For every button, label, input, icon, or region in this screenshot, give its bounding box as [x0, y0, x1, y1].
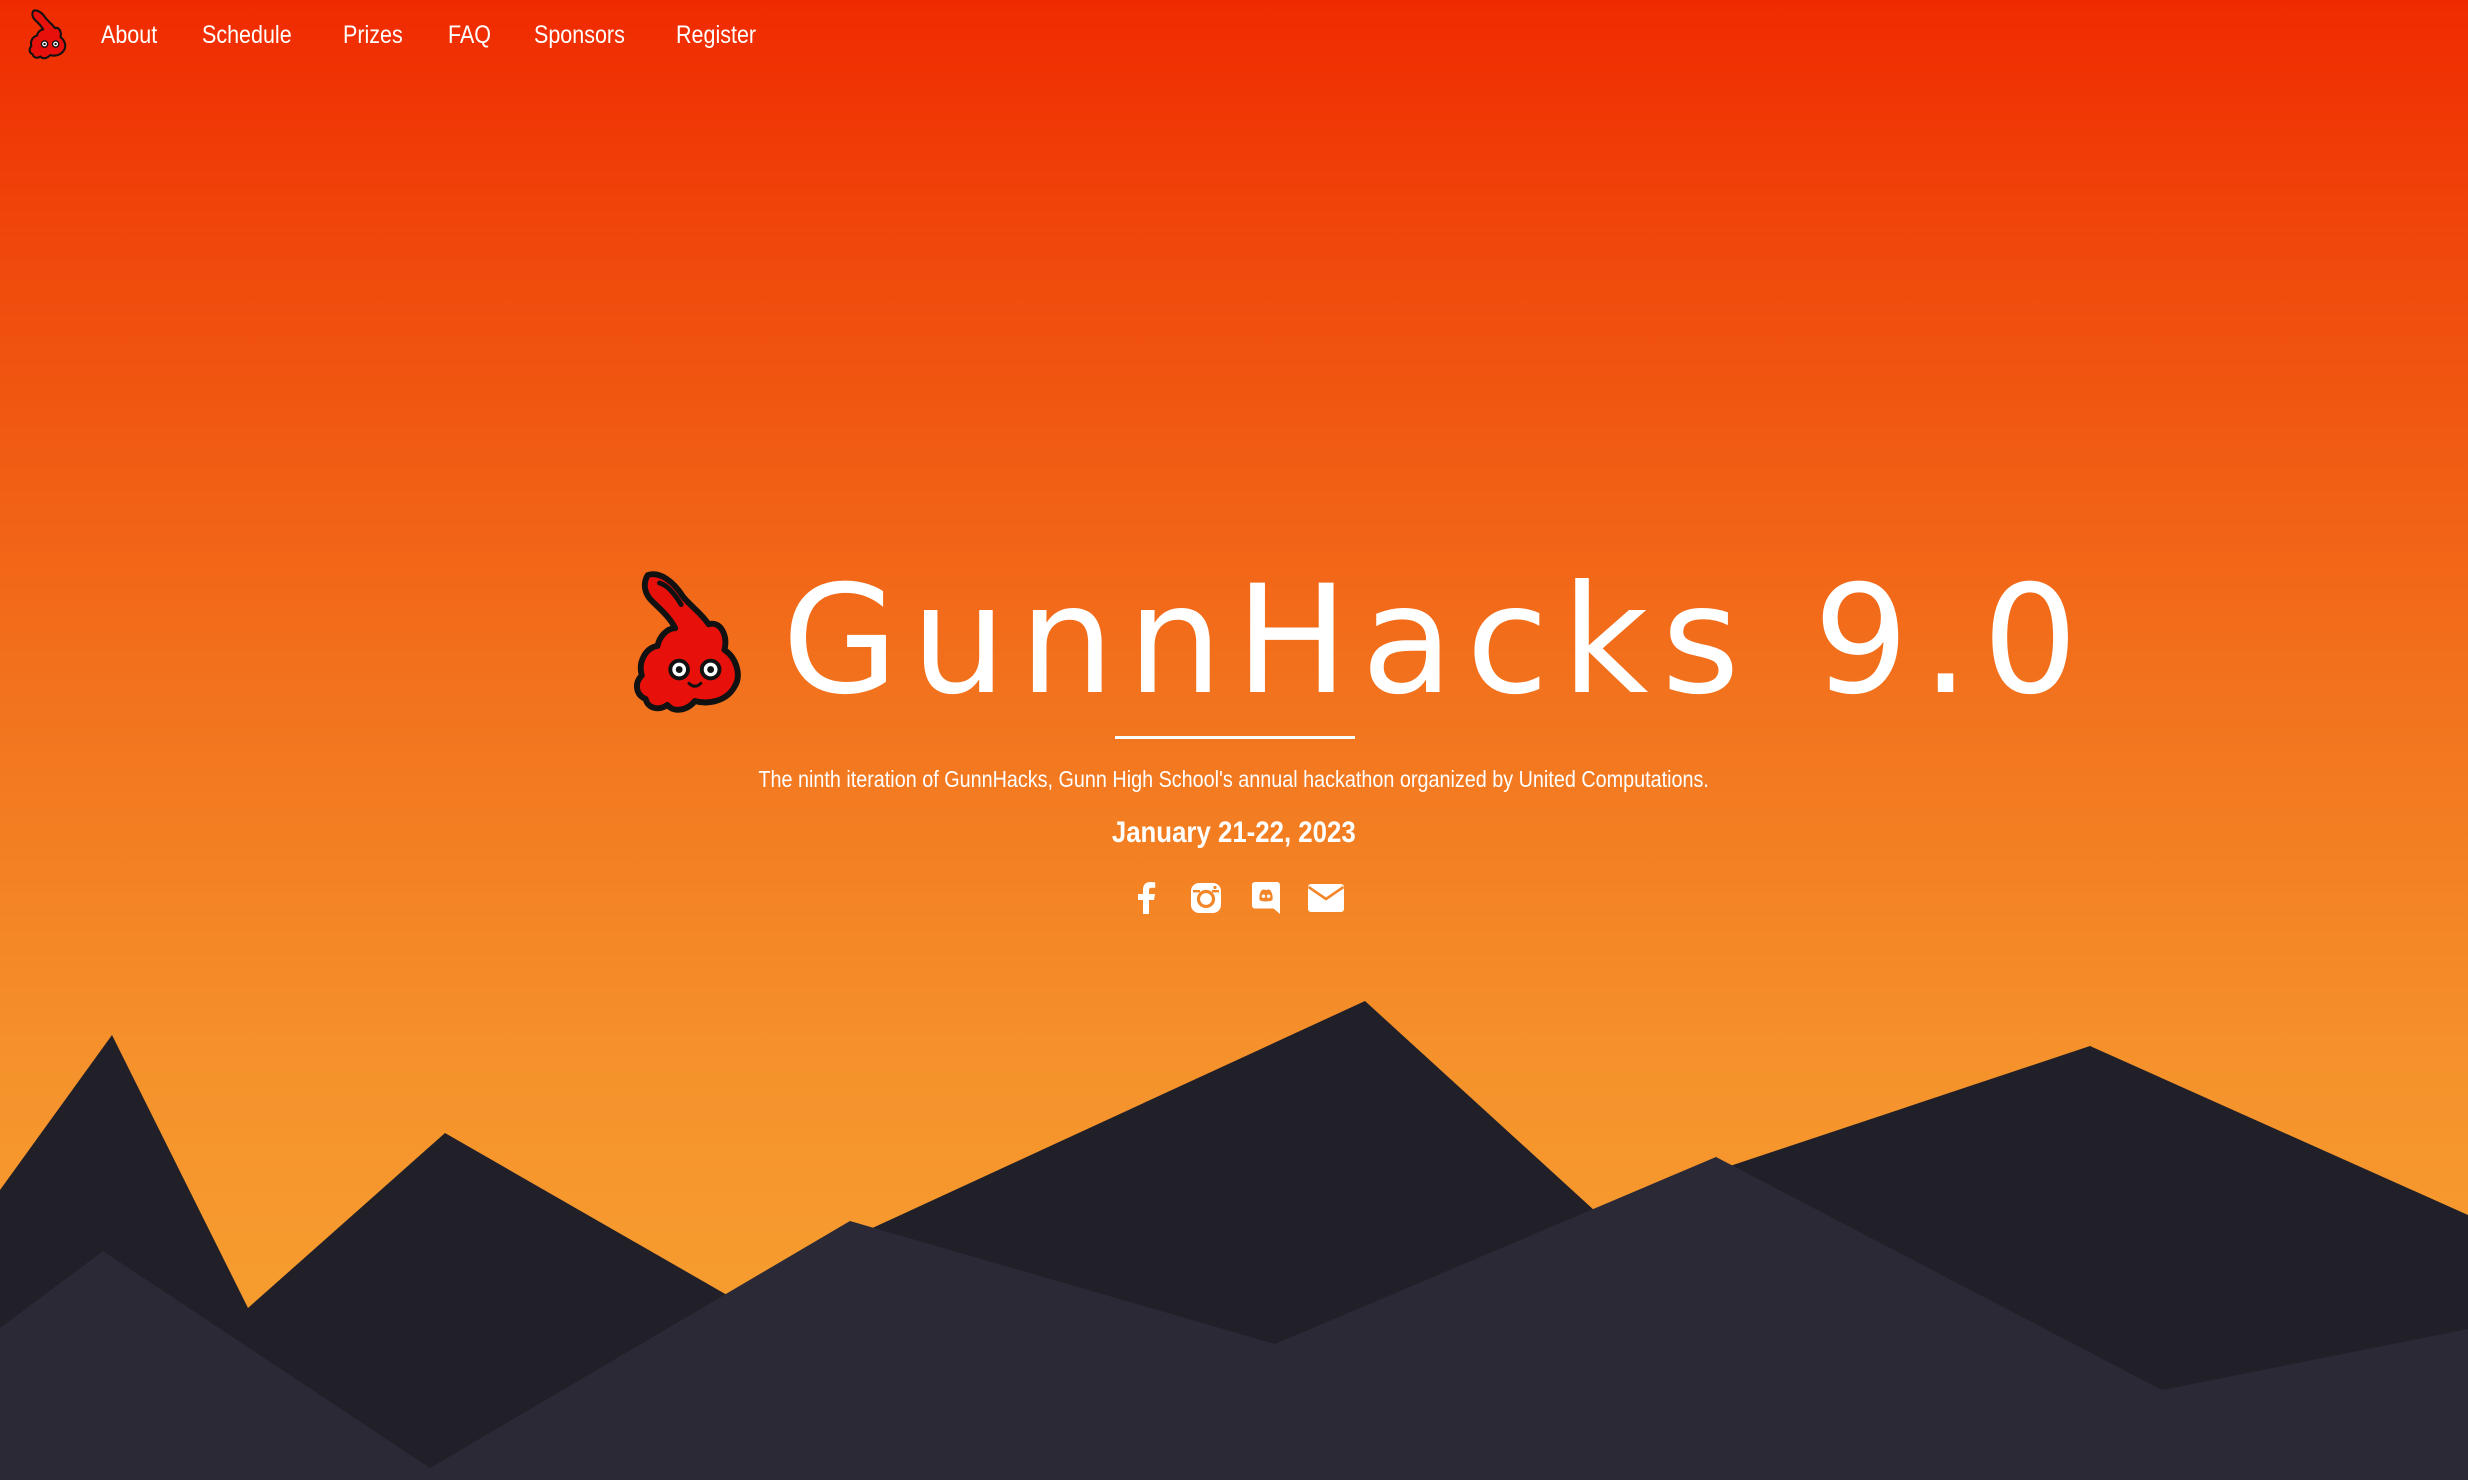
- nav-links: About Schedule Prizes FAQ Sponsors Regis…: [101, 0, 805, 70]
- instagram-link[interactable]: [1186, 878, 1226, 918]
- hero-description: The ninth iteration of GunnHacks, Gunn H…: [0, 766, 2468, 793]
- social-links: [1126, 878, 1366, 918]
- discord-icon: [1252, 882, 1280, 914]
- email-icon: [1307, 884, 1345, 912]
- facebook-link[interactable]: [1126, 878, 1166, 918]
- page-title: GunnHacks 9.0: [782, 554, 2091, 728]
- nav-link-sponsors[interactable]: Sponsors: [534, 21, 625, 50]
- hero-title-row: GunnHacks 9.0: [630, 566, 2078, 716]
- nav-link-prizes[interactable]: Prizes: [343, 21, 403, 50]
- discord-link[interactable]: [1246, 878, 1286, 918]
- flame-mascot-icon: [28, 9, 67, 60]
- event-date-text: January 21-22, 2023: [1112, 816, 1356, 849]
- title-divider: [1115, 736, 1355, 739]
- home-logo-link[interactable]: [26, 8, 70, 60]
- hero-description-text: The ninth iteration of GunnHacks, Gunn H…: [758, 766, 1710, 792]
- nav-link-about[interactable]: About: [101, 21, 157, 50]
- nav-link-faq[interactable]: FAQ: [448, 21, 491, 50]
- nav-link-schedule[interactable]: Schedule: [202, 21, 292, 50]
- facebook-icon: [1138, 882, 1156, 914]
- email-link[interactable]: [1306, 878, 1346, 918]
- nav-link-register[interactable]: Register: [676, 21, 756, 50]
- instagram-icon: [1191, 883, 1221, 913]
- hero-section: GunnHacks 9.0 The ninth iteration of Gun…: [0, 560, 2468, 940]
- mountain-silhouette: [0, 1001, 2468, 1480]
- top-navbar: About Schedule Prizes FAQ Sponsors Regis…: [0, 0, 2468, 70]
- flame-mascot-icon: [634, 571, 741, 713]
- event-date: January 21-22, 2023: [0, 816, 2468, 850]
